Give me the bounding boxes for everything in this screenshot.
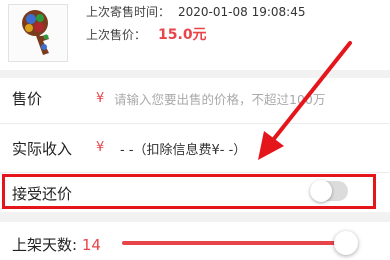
income-currency: ¥ — [96, 140, 105, 155]
income-value: - -（扣除信息费¥- -） — [120, 143, 247, 158]
section-divider — [0, 212, 390, 222]
item-thumbnail-image — [9, 5, 67, 61]
price-row[interactable]: 售价 ¥ — [0, 78, 390, 128]
last-price-value: 15.0元 — [158, 27, 207, 43]
listing-days-slider[interactable] — [122, 241, 350, 245]
last-listing-time-value: 2020-01-08 19:08:45 — [178, 5, 306, 19]
section-divider — [0, 70, 390, 78]
last-price-label: 上次售价： — [86, 28, 147, 42]
price-currency: ¥ — [96, 91, 105, 106]
last-price: 上次售价： 15.0元 — [86, 24, 207, 44]
income-row: 实际收入 ¥ - -（扣除信息费¥- -） — [0, 124, 390, 174]
listing-days-row: 上架天数: 14 — [12, 234, 101, 255]
annotation-highlight-box — [2, 174, 376, 209]
item-card: 上次寄售时间： 2020-01-08 19:08:45 上次售价： 15.0元 — [0, 0, 390, 70]
price-input[interactable] — [114, 88, 386, 110]
item-thumbnail — [8, 4, 68, 62]
listing-days-value: 14 — [81, 236, 101, 254]
listing-days-slider-thumb[interactable] — [334, 231, 358, 255]
listing-days-label: 上架天数: — [12, 236, 78, 254]
price-label: 售价 — [12, 90, 43, 108]
last-listing-time-label: 上次寄售时间： — [86, 5, 171, 19]
income-label: 实际收入 — [12, 140, 73, 158]
last-listing-time: 上次寄售时间： 2020-01-08 19:08:45 — [86, 3, 305, 20]
row-divider — [0, 172, 390, 173]
